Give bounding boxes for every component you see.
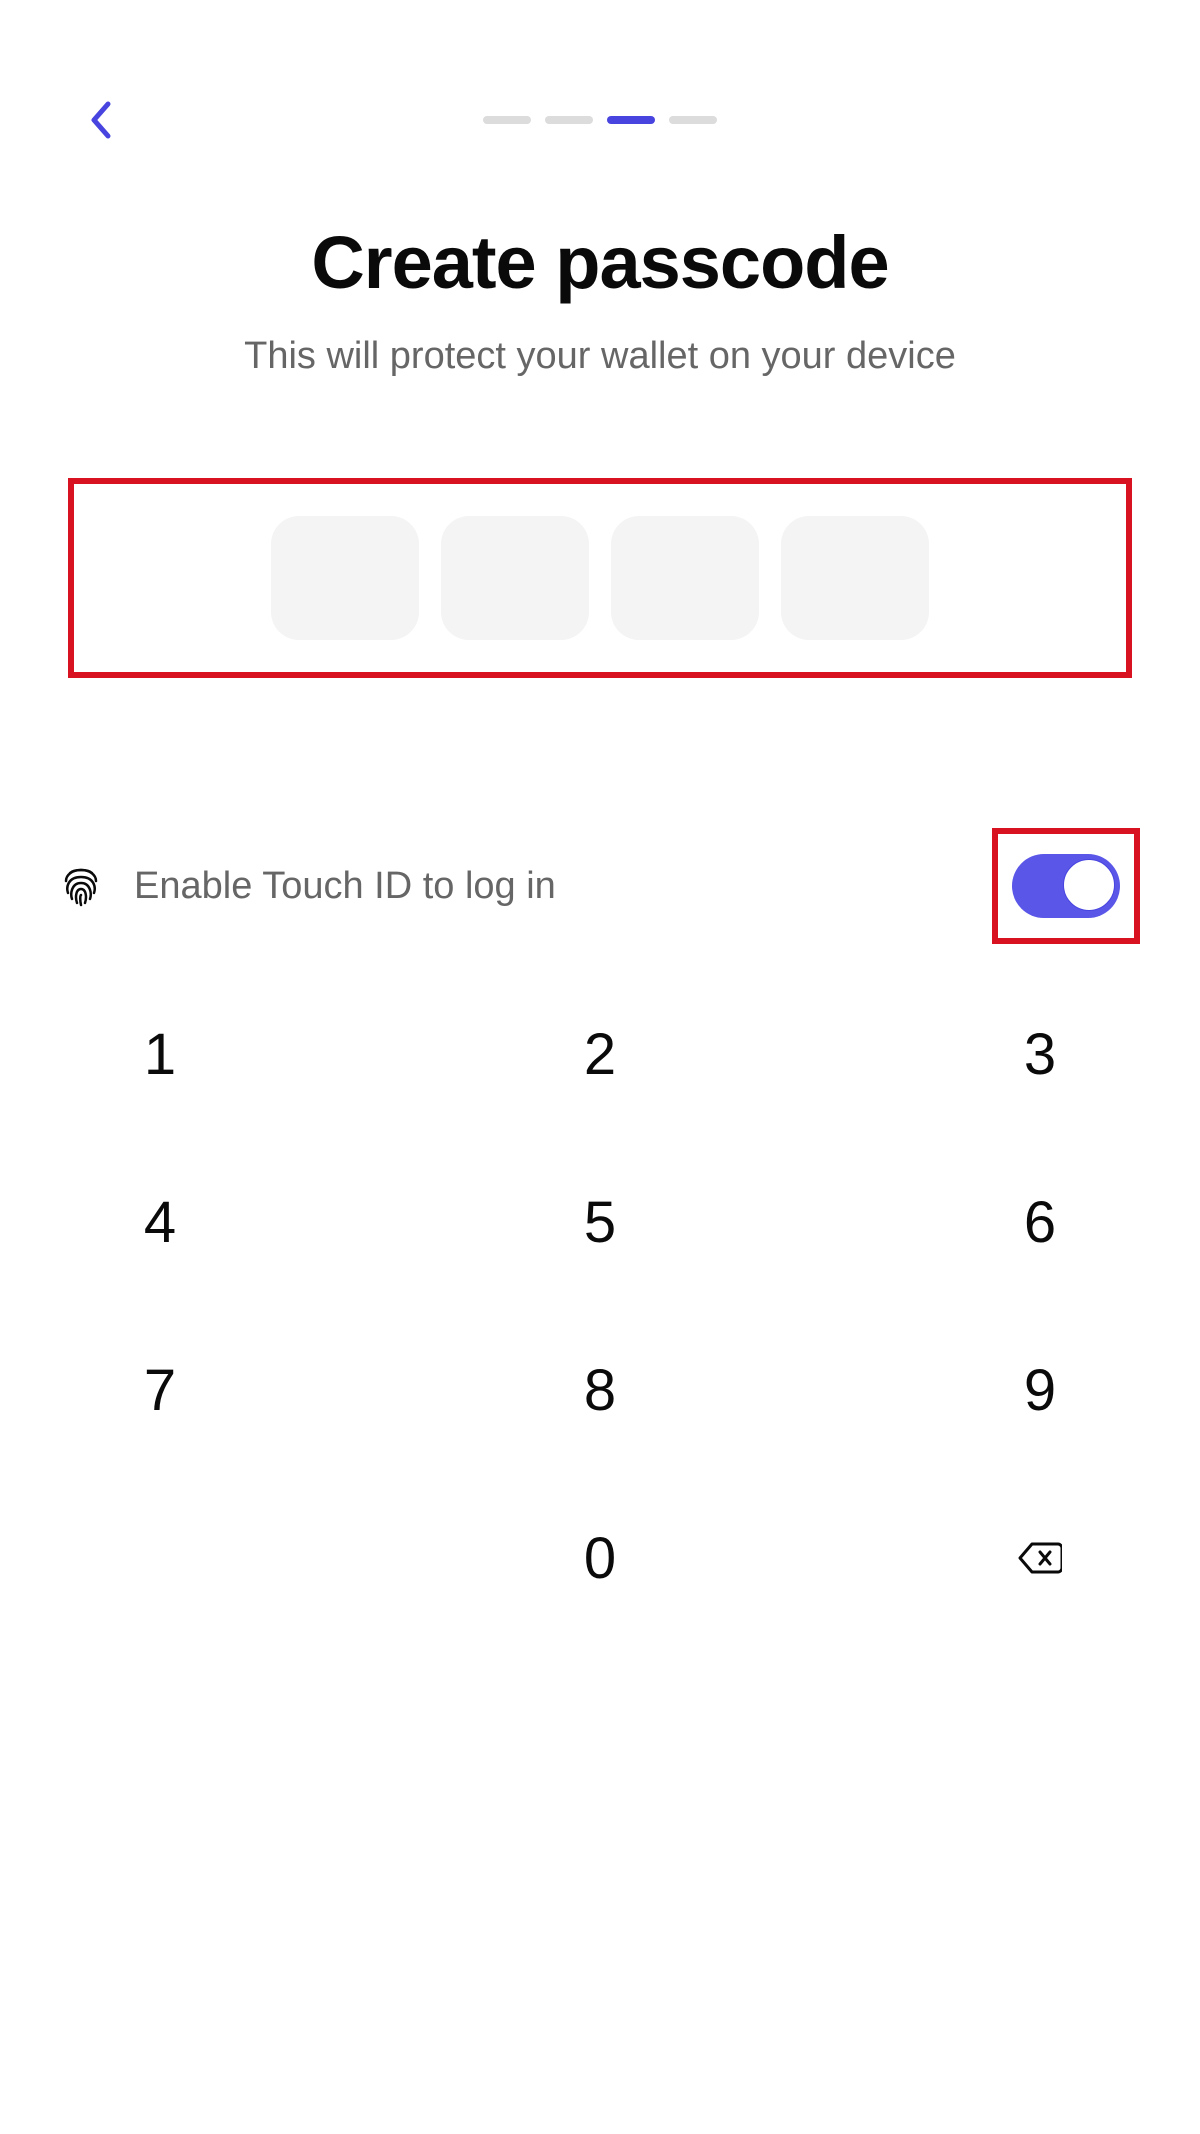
passcode-digit-2: [441, 516, 589, 640]
passcode-input[interactable]: [86, 516, 1114, 640]
fingerprint-icon: [60, 865, 102, 907]
keypad-6[interactable]: 6: [940, 1172, 1140, 1272]
passcode-highlight-box: [68, 478, 1132, 678]
page-title: Create passcode: [60, 220, 1140, 305]
toggle-knob: [1063, 859, 1115, 911]
progress-step-2: [545, 116, 593, 124]
keypad-8[interactable]: 8: [500, 1340, 700, 1440]
backspace-icon: [1018, 1540, 1062, 1576]
progress-step-3: [607, 116, 655, 124]
keypad-backspace[interactable]: [940, 1508, 1140, 1608]
touch-id-row: Enable Touch ID to log in: [60, 828, 1140, 944]
keypad-7[interactable]: 7: [60, 1340, 260, 1440]
progress-step-1: [483, 116, 531, 124]
keypad: 1 2 3 4 5 6 7 8 9 0: [60, 1004, 1140, 1608]
keypad-5[interactable]: 5: [500, 1172, 700, 1272]
back-button[interactable]: [80, 100, 120, 140]
keypad-2[interactable]: 2: [500, 1004, 700, 1104]
progress-indicator: [483, 116, 717, 124]
keypad-0[interactable]: 0: [500, 1508, 700, 1608]
keypad-4[interactable]: 4: [60, 1172, 260, 1272]
page-subtitle: This will protect your wallet on your de…: [60, 335, 1140, 378]
chevron-left-icon: [88, 100, 112, 140]
touch-id-toggle[interactable]: [1012, 854, 1120, 918]
keypad-3[interactable]: 3: [940, 1004, 1140, 1104]
progress-step-4: [669, 116, 717, 124]
passcode-digit-3: [611, 516, 759, 640]
toggle-highlight-box: [992, 828, 1140, 944]
keypad-1[interactable]: 1: [60, 1004, 260, 1104]
keypad-9[interactable]: 9: [940, 1340, 1140, 1440]
touch-id-label: Enable Touch ID to log in: [134, 865, 992, 908]
passcode-digit-1: [271, 516, 419, 640]
passcode-digit-4: [781, 516, 929, 640]
keypad-empty: [60, 1508, 260, 1608]
